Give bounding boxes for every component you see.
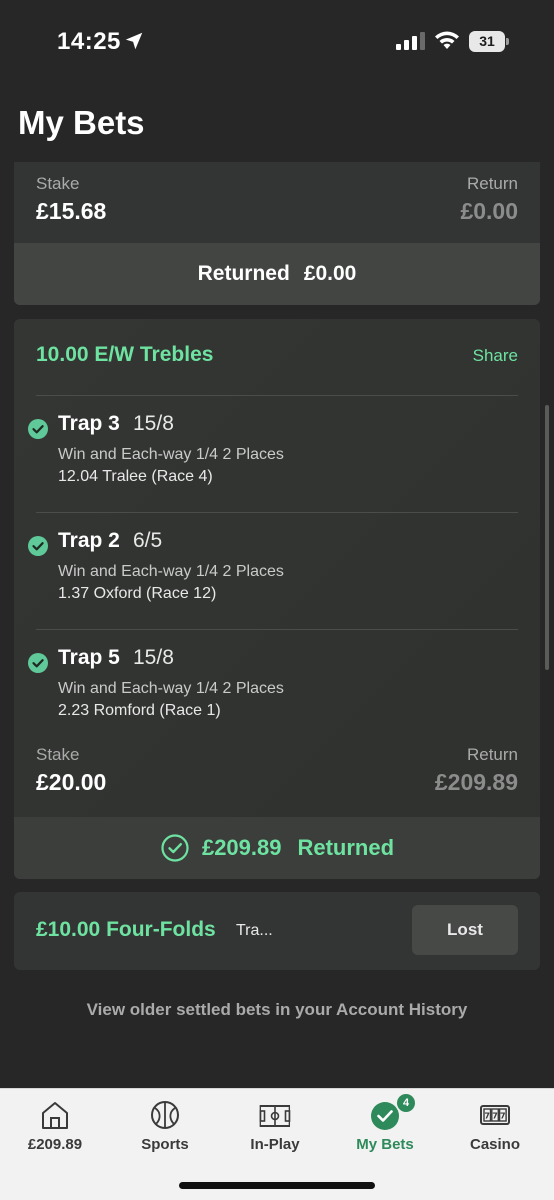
bottom-tab-bar: £209.89 Sports In-Play 4 My Bets 7 7 7 C… bbox=[0, 1088, 554, 1200]
stake-label: Stake bbox=[36, 174, 80, 193]
bet-selections-preview: Tra... bbox=[236, 922, 273, 939]
status-time: 14:25 bbox=[57, 28, 121, 55]
selection-odds: 6/5 bbox=[133, 529, 163, 552]
divider bbox=[36, 395, 518, 396]
svg-text:7: 7 bbox=[484, 1112, 490, 1121]
tab-label: My Bets bbox=[356, 1136, 414, 1153]
selection-item: Trap 3 15/8 Win and Each-way 1/4 2 Place… bbox=[28, 412, 528, 502]
battery-icon: 31 bbox=[469, 31, 509, 52]
bets-list[interactable]: Stake £15.68 Return £0.00 Returned £0.00… bbox=[0, 162, 554, 1088]
cellular-signal-icon bbox=[396, 32, 425, 50]
football-icon bbox=[151, 1101, 179, 1129]
page-title: My Bets bbox=[18, 104, 145, 141]
selection-item: Trap 5 15/8 Win and Each-way 1/4 2 Place… bbox=[28, 646, 528, 736]
tab-label: Sports bbox=[141, 1136, 189, 1153]
status-bar: 14:25 31 bbox=[0, 0, 554, 80]
return-amount: £0.00 bbox=[460, 198, 518, 224]
bet-card-settled-1[interactable]: Stake £15.68 Return £0.00 Returned £0.00 bbox=[14, 162, 540, 305]
location-arrow-icon bbox=[125, 32, 143, 50]
returned-amount: £209.89 bbox=[201, 835, 282, 860]
check-circle-outline-icon bbox=[161, 834, 189, 862]
account-history-link[interactable]: View older settled bets in your Account … bbox=[0, 1000, 554, 1020]
bet-title: £10.00 Four-Folds bbox=[36, 918, 216, 941]
tab-home[interactable]: £209.89 bbox=[0, 1089, 110, 1159]
tab-my-bets[interactable]: 4 My Bets bbox=[330, 1089, 440, 1159]
returned-bar: Returned £0.00 bbox=[14, 243, 540, 305]
selection-race: 1.37 Oxford (Race 12) bbox=[58, 585, 217, 602]
selection-market: Win and Each-way 1/4 2 Places bbox=[58, 563, 284, 580]
selection-race: 12.04 Tralee (Race 4) bbox=[58, 468, 213, 485]
selection-market: Win and Each-way 1/4 2 Places bbox=[58, 446, 284, 463]
stake-amount: £15.68 bbox=[36, 198, 107, 224]
selection-market: Win and Each-way 1/4 2 Places bbox=[58, 680, 284, 697]
returned-amount: £0.00 bbox=[303, 262, 357, 285]
divider bbox=[36, 629, 518, 630]
selection-item: Trap 2 6/5 Win and Each-way 1/4 2 Places… bbox=[28, 529, 528, 619]
returned-bar: £209.89 Returned bbox=[14, 817, 540, 879]
selection-odds: 15/8 bbox=[133, 646, 174, 669]
home-indicator[interactable] bbox=[179, 1182, 375, 1189]
check-circle-icon bbox=[28, 536, 48, 556]
tab-in-play[interactable]: In-Play bbox=[220, 1089, 330, 1159]
share-button[interactable]: Share bbox=[473, 346, 518, 366]
selection-name: Trap 5 bbox=[58, 646, 120, 669]
check-circle-icon bbox=[28, 653, 48, 673]
return-label: Return bbox=[466, 174, 518, 193]
selection-name: Trap 2 bbox=[58, 529, 120, 552]
bet-title: 10.00 E/W Trebles bbox=[36, 343, 214, 366]
tab-label: Casino bbox=[469, 1136, 520, 1153]
selection-race: 2.23 Romford (Race 1) bbox=[58, 702, 221, 719]
tab-casino[interactable]: 7 7 7 Casino bbox=[440, 1089, 550, 1159]
home-icon bbox=[42, 1102, 68, 1129]
selection-name: Trap 3 bbox=[58, 412, 120, 435]
check-circle-icon bbox=[28, 419, 48, 439]
pitch-icon bbox=[259, 1105, 291, 1127]
svg-text:7: 7 bbox=[492, 1112, 498, 1121]
selection-odds: 15/8 bbox=[133, 412, 174, 435]
returned-label: Returned bbox=[297, 835, 395, 860]
wifi-icon bbox=[435, 31, 459, 49]
tab-label: In-Play bbox=[250, 1136, 300, 1153]
divider bbox=[36, 512, 518, 513]
svg-text:7: 7 bbox=[500, 1112, 506, 1121]
slot-machine-icon: 7 7 7 bbox=[480, 1105, 510, 1125]
tab-label: £209.89 bbox=[27, 1136, 83, 1153]
stake-amount: £20.00 bbox=[36, 769, 107, 795]
returned-label: Returned bbox=[197, 262, 290, 285]
return-amount: £209.89 bbox=[434, 769, 518, 795]
bet-card-ew-trebles[interactable]: 10.00 E/W Trebles Share Trap 3 15/8 Win … bbox=[14, 319, 540, 879]
battery-level: 31 bbox=[469, 31, 505, 52]
return-label: Return bbox=[466, 745, 518, 764]
scrollbar[interactable] bbox=[545, 405, 549, 670]
bet-card-four-folds[interactable]: £10.00 Four-Folds Tra... Lost bbox=[14, 892, 540, 970]
tab-sports[interactable]: Sports bbox=[110, 1089, 220, 1159]
lost-status-button[interactable]: Lost bbox=[412, 905, 518, 955]
stake-label: Stake bbox=[36, 745, 80, 764]
bet-count-badge: 4 bbox=[397, 1094, 415, 1112]
